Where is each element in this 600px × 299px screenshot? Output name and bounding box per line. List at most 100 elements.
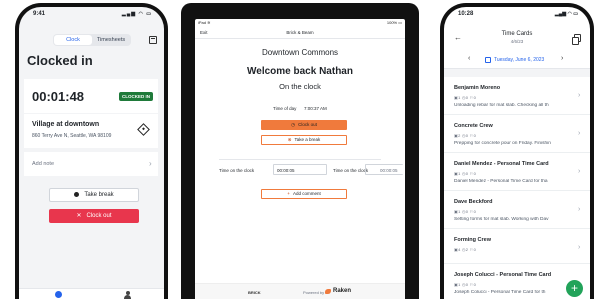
screenshot-composite: 9:41 ▂▄▆ ◠ ▭ Clock Timesheets Clocked in… xyxy=(0,0,600,299)
take-break-label: Take a break xyxy=(294,137,321,142)
footer: BRICK Powered by Raken xyxy=(195,283,405,299)
add-comment-button[interactable]: + Add comment xyxy=(261,189,347,199)
list-item-name: Daniel Mendez - Personal Time Card xyxy=(454,161,549,167)
time-on-clock-field: 00:00:05 xyxy=(273,164,327,175)
list-item-desc: Joseph Colucci - Personal Time Card for … xyxy=(454,290,546,295)
status-bar: iPad ≋ 100% ▭ xyxy=(195,19,405,27)
section-gap xyxy=(444,69,590,77)
list-item-name: Concrete Crew xyxy=(454,123,493,129)
phone-device-clock: 9:41 ▂▄▆ ◠ ▭ Clock Timesheets Clocked in… xyxy=(15,3,168,299)
status-right: 100% ▭ xyxy=(386,20,402,25)
raken-logo-text: Raken xyxy=(333,288,352,294)
clock-icon: ◷ xyxy=(291,122,296,127)
clock-out-label: Clock out xyxy=(298,122,317,127)
list-item-desc: Setting forms for mat slab. Working with… xyxy=(454,217,549,222)
chevron-right-icon: › xyxy=(578,130,581,137)
clock-out-label: Clock out xyxy=(86,213,112,219)
chevron-left-icon[interactable]: ‹ xyxy=(468,55,470,62)
directions-icon[interactable] xyxy=(137,123,150,136)
note-placeholder: Add note xyxy=(32,161,55,167)
status-icons: ▂▄▆ ◠ ▭ xyxy=(554,11,578,17)
list-item-name: Joseph Colucci - Personal Time Card xyxy=(454,272,552,278)
phone-screen-clock: 9:41 ▂▄▆ ◠ ▭ Clock Timesheets Clocked in… xyxy=(19,7,164,299)
status-time: 9:41 xyxy=(33,11,46,17)
welcome-heading: Welcome back Nathan xyxy=(247,66,353,77)
list-item-desc: Unloading rebar for mat slab. Checking a… xyxy=(454,103,549,108)
segmented-control: Clock Timesheets xyxy=(53,34,131,46)
company-name: Brick & Beam xyxy=(286,30,314,35)
status-badge: CLOCKED IN xyxy=(119,92,153,101)
tablet-screen-kiosk: iPad ≋ 100% ▭ Exit Brick & Beam Downtown… xyxy=(195,19,405,299)
location-name: Village at downtown xyxy=(32,121,100,128)
selected-date[interactable]: Tuesday, June 6, 2023 xyxy=(494,57,544,63)
time-of-day-value: 7:00:37 AM xyxy=(304,106,327,111)
location-address: 860 Terry Ave N, Seattle, WA 98109 xyxy=(32,133,112,139)
copy-icon[interactable] xyxy=(572,34,581,45)
clock-status: On the clock xyxy=(279,82,321,91)
chevron-right-icon: › xyxy=(578,92,581,99)
brand-logo: BRICK xyxy=(248,290,261,295)
add-timecard-button[interactable]: + xyxy=(566,280,583,297)
status-bar: 9:41 ▂▄▆ ◠ ▭ xyxy=(19,7,164,21)
time-on-clock-label: Time on the clock xyxy=(219,168,255,173)
close-icon: ⊗ xyxy=(287,137,292,142)
date-selector: ‹ Tuesday, June 6, 2023 › xyxy=(444,51,590,69)
status-time: 10:28 xyxy=(458,11,474,17)
note-row[interactable]: Add note › xyxy=(24,152,158,176)
list-item-meta: ▣1 ◷0 ⚐0 xyxy=(454,282,477,287)
list-item-meta: ▣4 ◷2 ⚐0 xyxy=(454,247,477,252)
list-item-meta: ▣1 ◷0 ⚐0 xyxy=(454,209,477,214)
elapsed-timer: 00:01:48 xyxy=(32,89,85,104)
tab-timesheets[interactable]: Timesheets xyxy=(92,35,130,45)
chevron-right-icon: › xyxy=(578,244,581,251)
list-item[interactable]: Concrete Crew ▣2 ◷0 ⚐0 Prepping for conc… xyxy=(444,115,590,153)
list-item-desc: Prepping for concrete pour on Friday. Fi… xyxy=(454,141,551,146)
status-bar: 10:28 ▂▄▆ ◠ ▭ xyxy=(444,7,590,19)
profile-tab-icon[interactable] xyxy=(124,291,131,299)
timer-card: 00:01:48 CLOCKED IN xyxy=(24,79,158,113)
list-item-meta: ▣1 ◷0 ⚐0 xyxy=(454,171,477,176)
phone-screen-timecards: 10:28 ▂▄▆ ◠ ▭ ← Time Cards 4/6/23 ‹ Tues… xyxy=(444,7,590,299)
chevron-right-icon[interactable]: › xyxy=(561,55,563,62)
page-title: Time Cards xyxy=(501,31,533,37)
page-title: Clocked in xyxy=(27,53,93,68)
project-name: Downtown Commons xyxy=(261,48,339,57)
take-break-button[interactable]: ⊗ Take a break xyxy=(261,135,347,145)
clock-out-button[interactable]: ✕ Clock out xyxy=(49,209,139,223)
list-item[interactable]: Daniel Mendez - Personal Time Card ▣1 ◷0… xyxy=(444,153,590,191)
clock-tab-icon[interactable] xyxy=(55,291,62,298)
calendar-icon[interactable] xyxy=(149,36,157,44)
location-card[interactable]: Village at downtown 860 Terry Ave N, Sea… xyxy=(24,114,158,148)
time-on-clock-value-2: 00:00:05 xyxy=(380,168,398,173)
list-item[interactable]: Dave Beckford ▣1 ◷0 ⚐0 Setting forms for… xyxy=(444,191,590,229)
raken-logo-icon xyxy=(325,289,331,294)
comment-icon: + xyxy=(287,191,290,196)
close-icon: ✕ xyxy=(76,213,82,219)
list-item-desc: Daniel Mendez - Personal Time Card for t… xyxy=(454,179,548,184)
add-comment-label: Add comment xyxy=(292,191,321,196)
calendar-icon[interactable] xyxy=(485,57,491,63)
chevron-right-icon: › xyxy=(149,159,152,168)
phone-device-timecards: 10:28 ▂▄▆ ◠ ▭ ← Time Cards 4/6/23 ‹ Tues… xyxy=(440,3,594,299)
take-break-label: Take break xyxy=(84,192,114,198)
status-icons: ▂▄▆ ◠ ▭ xyxy=(121,11,152,17)
list-item-meta: ▣1 ◷0 ⚐0 xyxy=(454,95,477,100)
tab-clock[interactable]: Clock xyxy=(54,35,92,45)
time-of-day-label: Time of day xyxy=(273,106,297,111)
list-item-name: Benjamin Moreno xyxy=(454,85,501,91)
clock-out-button[interactable]: ◷ Clock out xyxy=(261,120,347,130)
list-item[interactable]: Benjamin Moreno ▣1 ◷0 ⚐0 Unloading rebar… xyxy=(444,77,590,115)
list-item-meta: ▣2 ◷0 ⚐0 xyxy=(454,133,477,138)
bottom-tab-bar xyxy=(19,288,164,299)
top-nav: Exit Brick & Beam xyxy=(195,27,405,39)
tablet-device-kiosk: iPad ≋ 100% ▭ Exit Brick & Beam Downtown… xyxy=(181,3,419,299)
powered-by-label: Powered by xyxy=(303,290,325,295)
list-item[interactable]: Forming Crew ▣4 ◷2 ⚐0 › xyxy=(444,229,590,264)
time-on-clock-field-2: 00:00:05 xyxy=(365,164,403,175)
chevron-right-icon: › xyxy=(578,168,581,175)
take-break-button[interactable]: Take break xyxy=(49,188,139,202)
list-item-name: Dave Beckford xyxy=(454,199,493,205)
page-subtitle: 4/6/23 xyxy=(510,39,524,44)
time-on-clock-label-2: Time on the clock xyxy=(333,168,369,173)
list-item-name: Forming Crew xyxy=(454,237,491,243)
